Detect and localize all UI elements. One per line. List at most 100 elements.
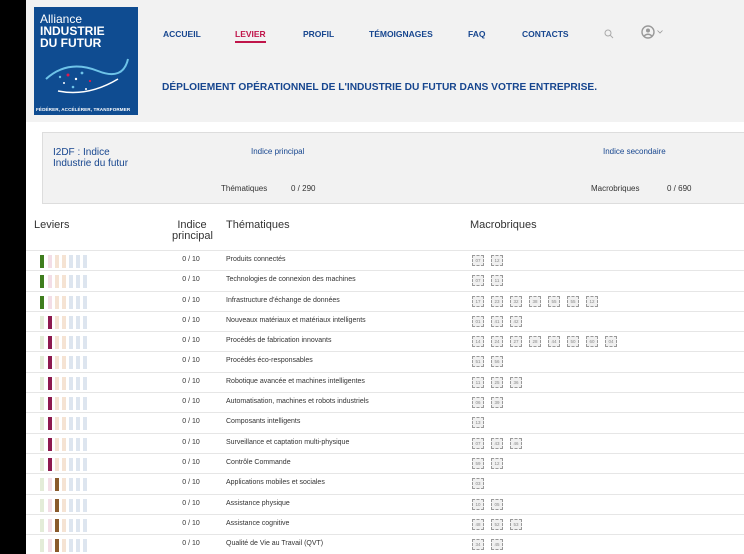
table-row[interactable]: 0 / 10 Technologies de connexion des mach… — [26, 270, 744, 290]
macrobrique-chip[interactable]: 48 — [472, 518, 484, 530]
macrobrique-chip[interactable]: 07 — [472, 275, 484, 287]
thematique-label[interactable]: Procédés éco-responsables — [226, 357, 313, 364]
nav-profil[interactable]: PROFIL — [303, 29, 334, 39]
col-header-macrobriques: Macrobriques — [470, 219, 537, 231]
thematique-label[interactable]: Assistance cognitive — [226, 520, 289, 527]
macrobrique-chip[interactable]: 36 — [510, 376, 522, 388]
macrobrique-chip[interactable]: 27 — [510, 336, 522, 348]
table-row[interactable]: 0 / 10 Assistance cognitive 48 52 53 — [26, 513, 744, 534]
macrobrique-chip[interactable]: 50 — [567, 336, 579, 348]
macrobrique-chip[interactable]: 28 — [529, 336, 541, 348]
macrobrique-chip[interactable]: 04 — [605, 336, 617, 348]
macrobrique-chip[interactable]: 11 — [491, 275, 503, 287]
macrobrique-chip[interactable]: 39 — [491, 397, 503, 409]
macrobrique-chip[interactable]: 25 — [491, 376, 503, 388]
thematique-label[interactable]: Composants intelligents — [226, 418, 300, 425]
macrobrique-chip[interactable]: 55 — [567, 295, 579, 307]
macrobrique-chip[interactable]: 60 — [586, 336, 598, 348]
table-row[interactable]: 0 / 10 Nouveaux matériaux et matériaux in… — [26, 310, 744, 331]
macrobrique-chip[interactable]: 41 — [491, 315, 503, 327]
levier-indicator — [40, 255, 100, 268]
alliance-logo[interactable]: Alliance INDUSTRIE DU FUTUR FÉDÉRER, ACC… — [34, 7, 138, 115]
macrobrique-chip[interactable]: 53 — [510, 518, 522, 530]
table-row[interactable]: 0 / 10 Assistance physique 10 05 — [26, 493, 744, 514]
macrobrique-chip[interactable]: 59 — [472, 457, 484, 469]
thematique-label[interactable]: Automatisation, machines et robots indus… — [226, 398, 369, 405]
table-row[interactable]: 0 / 10 Surveillance et captation multi-ph… — [26, 432, 744, 453]
thematique-label[interactable]: Contrôle Commande — [226, 459, 291, 466]
macrobrique-chip[interactable]: 10 — [472, 498, 484, 510]
macrobrique-chip[interactable]: 13 — [472, 417, 484, 429]
table-row[interactable]: 0 / 10 Contrôle Commande 59 12 — [26, 452, 744, 473]
macrobrique-chip[interactable]: 52 — [491, 518, 503, 530]
levier-bar — [55, 417, 59, 431]
levier-bar — [76, 255, 80, 268]
user-account-icon[interactable] — [641, 25, 655, 39]
nav-faq[interactable]: FAQ — [468, 29, 485, 39]
table-row[interactable]: 0 / 10 Procédés éco-responsables 51 56 — [26, 351, 744, 371]
indice-score: 0 / 10 — [182, 337, 200, 345]
nav-levier[interactable]: LEVIER — [235, 29, 266, 43]
table-row[interactable]: 0 / 10 Qualité de Vie au Travail (QVT) 34 4… — [26, 534, 744, 554]
levier-bar-active — [55, 518, 59, 532]
search-icon[interactable] — [604, 29, 614, 39]
thematique-label[interactable]: Robotique avancée et machines intelligen… — [226, 378, 365, 385]
macrobrique-chip[interactable]: 45 — [491, 539, 503, 551]
levier-bar — [48, 498, 52, 512]
table-row[interactable]: 0 / 10 Automatisation, machines et robots… — [26, 392, 744, 412]
levier-indicator — [40, 336, 100, 350]
thematique-label[interactable]: Qualité de Vie au Travail (QVT) — [226, 540, 323, 547]
indice-secondaire-label: Indice secondaire — [603, 147, 666, 156]
macrobrique-chip[interactable]: 43 — [491, 437, 503, 449]
thematique-label[interactable]: Surveillance et captation multi-physique — [226, 439, 349, 446]
thematique-label[interactable]: Technologies de connexion des machines — [226, 276, 356, 283]
macrobrique-chip[interactable]: 05 — [491, 498, 503, 510]
macrobrique-chip[interactable]: 46 — [510, 437, 522, 449]
thematique-label[interactable]: Procédés de fabrication innovants — [226, 337, 331, 344]
macrobrique-chip[interactable]: 12 — [491, 255, 503, 266]
macrobrique-chip[interactable]: 44 — [548, 336, 560, 348]
chevron-down-icon[interactable] — [657, 30, 663, 34]
macrobrique-chip[interactable]: 24 — [491, 336, 503, 348]
table-row[interactable]: 0 / 10 Infrastructure d'échange de donnée… — [26, 290, 744, 311]
thematique-label[interactable]: Applications mobiles et sociales — [226, 479, 325, 486]
nav-contacts[interactable]: CONTACTS — [522, 29, 569, 39]
thematique-label[interactable]: Nouveaux matériaux et matériaux intellig… — [226, 317, 366, 324]
table-row[interactable]: 0 / 10 Procédés de fabrication innovants 1… — [26, 331, 744, 351]
macrobrique-chip[interactable]: 55 — [548, 295, 560, 307]
levier-bar — [76, 539, 80, 553]
macrobrique-chip[interactable]: 06 — [472, 397, 484, 409]
i2df-line-1: I2DF : Indice — [53, 147, 110, 158]
macrobrique-chip[interactable]: 14 — [472, 336, 484, 348]
thematique-label[interactable]: Infrastructure d'échange de données — [226, 297, 340, 304]
levier-bar — [83, 437, 87, 451]
table-row[interactable]: 0 / 10 Applications mobiles et sociales 03 — [26, 473, 744, 493]
macrobrique-chip[interactable]: 01 — [472, 315, 484, 327]
table-row[interactable]: 0 / 10 Robotique avancée et machines inte… — [26, 371, 744, 392]
macrobrique-chip[interactable]: 42 — [510, 315, 522, 327]
macrobrique-chip[interactable]: 03 — [472, 478, 484, 490]
table-row[interactable]: 0 / 10 Composants intelligents 13 — [26, 412, 744, 432]
levier-bar — [55, 315, 59, 329]
macrobrique-chip[interactable]: 11 — [472, 376, 484, 388]
macrobrique-chip[interactable]: 34 — [472, 539, 484, 551]
thematique-label[interactable]: Produits connectés — [226, 256, 286, 263]
macrobrique-chip[interactable]: 12 — [586, 295, 598, 307]
table-row[interactable]: 0 / 10 Produits connectés 07 12 — [26, 250, 744, 270]
macrobrique-chip[interactable]: 07 — [472, 255, 484, 266]
levier-bar — [76, 397, 80, 411]
levier-bar — [76, 275, 80, 289]
macrobrique-chip[interactable]: 32 — [510, 295, 522, 307]
macrobrique-chip[interactable]: 07 — [472, 437, 484, 449]
i2df-line-2: Industrie du futur — [53, 158, 129, 169]
macrobrique-chip[interactable]: 12 — [491, 457, 503, 469]
thematique-label[interactable]: Assistance physique — [226, 500, 290, 507]
macrobrique-chip[interactable]: 23 — [491, 295, 503, 307]
nav-temoignages[interactable]: TÉMOIGNAGES — [369, 29, 433, 39]
nav-accueil[interactable]: ACCUEIL — [163, 29, 201, 39]
levier-bar — [83, 356, 87, 370]
macrobrique-chip[interactable]: 56 — [491, 356, 503, 368]
macrobrique-chip[interactable]: 17 — [472, 295, 484, 307]
macrobrique-chip[interactable]: 38 — [529, 295, 541, 307]
macrobrique-chip[interactable]: 51 — [472, 356, 484, 368]
